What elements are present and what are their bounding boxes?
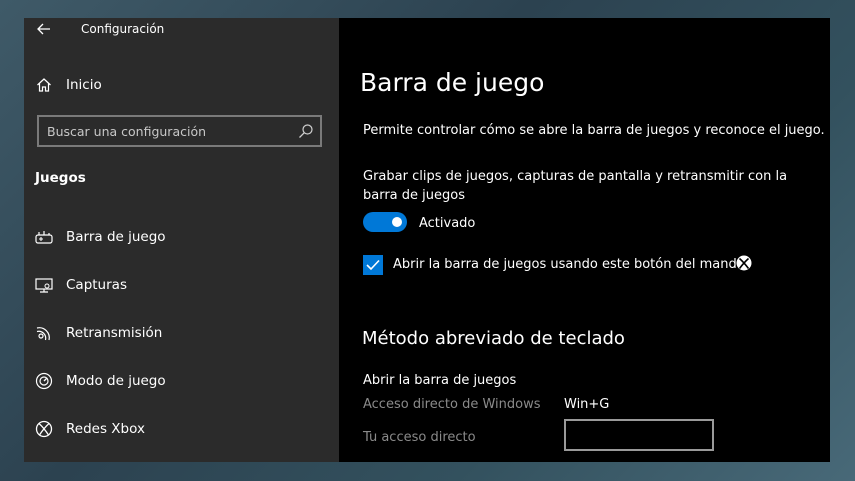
sidebar-item-game-bar[interactable]: Barra de juego [24,217,339,257]
toggle-knob [392,217,402,227]
section-title: Juegos [35,170,86,186]
controller-button-label: Abrir la barra de juegos usando este bot… [393,257,750,272]
shortcut-group-label: Abrir la barra de juegos [363,373,517,388]
sidebar-item-label: Capturas [66,277,127,293]
broadcast-icon [35,324,53,342]
sidebar-item-broadcast[interactable]: Retransmisión [24,313,339,353]
sidebar-item-game-mode[interactable]: Modo de juego [24,361,339,401]
game-bar-toggle[interactable] [363,212,407,232]
sidebar-item-home[interactable]: Inicio [24,65,339,105]
captures-icon [35,276,53,294]
custom-shortcut-input[interactable] [564,419,714,451]
xbox-button-icon [736,255,752,271]
shortcuts-section-title: Método abreviado de teclado [362,328,625,349]
title-bar: Configuración [24,18,339,40]
sidebar-item-label: Inicio [66,77,102,93]
search-box[interactable] [37,115,322,147]
page-description: Permite controlar cómo se abre la barra … [363,123,825,138]
search-icon[interactable] [298,123,314,139]
windows-shortcut-value: Win+G [564,397,610,412]
back-arrow-icon [37,23,50,35]
record-setting-label: Grabar clips de juegos, capturas de pant… [363,169,788,203]
xbox-icon [35,420,53,438]
sidebar-item-label: Modo de juego [66,373,166,389]
toggle-state-label: Activado [419,216,476,231]
windows-shortcut-label: Acceso directo de Windows [363,397,541,412]
search-input[interactable] [47,122,287,140]
sidebar-item-label: Retransmisión [66,325,163,341]
sidebar: Configuración Inicio Juegos [24,18,339,462]
game-mode-icon [35,372,53,390]
game-bar-icon [35,228,53,246]
app-title: Configuración [81,22,165,36]
controller-button-checkbox[interactable] [363,255,383,275]
sidebar-item-label: Redes Xbox [66,421,145,437]
sidebar-item-xbox-networking[interactable]: Redes Xbox [24,409,339,449]
page-title: Barra de juego [360,68,545,97]
back-button[interactable] [34,20,54,38]
sidebar-item-captures[interactable]: Capturas [24,265,339,305]
home-icon [35,76,53,94]
checkmark-icon [366,259,380,271]
content-pane: Barra de juego Permite controlar cómo se… [339,18,830,462]
sidebar-item-label: Barra de juego [66,229,166,245]
custom-shortcut-label: Tu acceso directo [363,430,476,445]
settings-window: Configuración Inicio Juegos [24,18,830,462]
